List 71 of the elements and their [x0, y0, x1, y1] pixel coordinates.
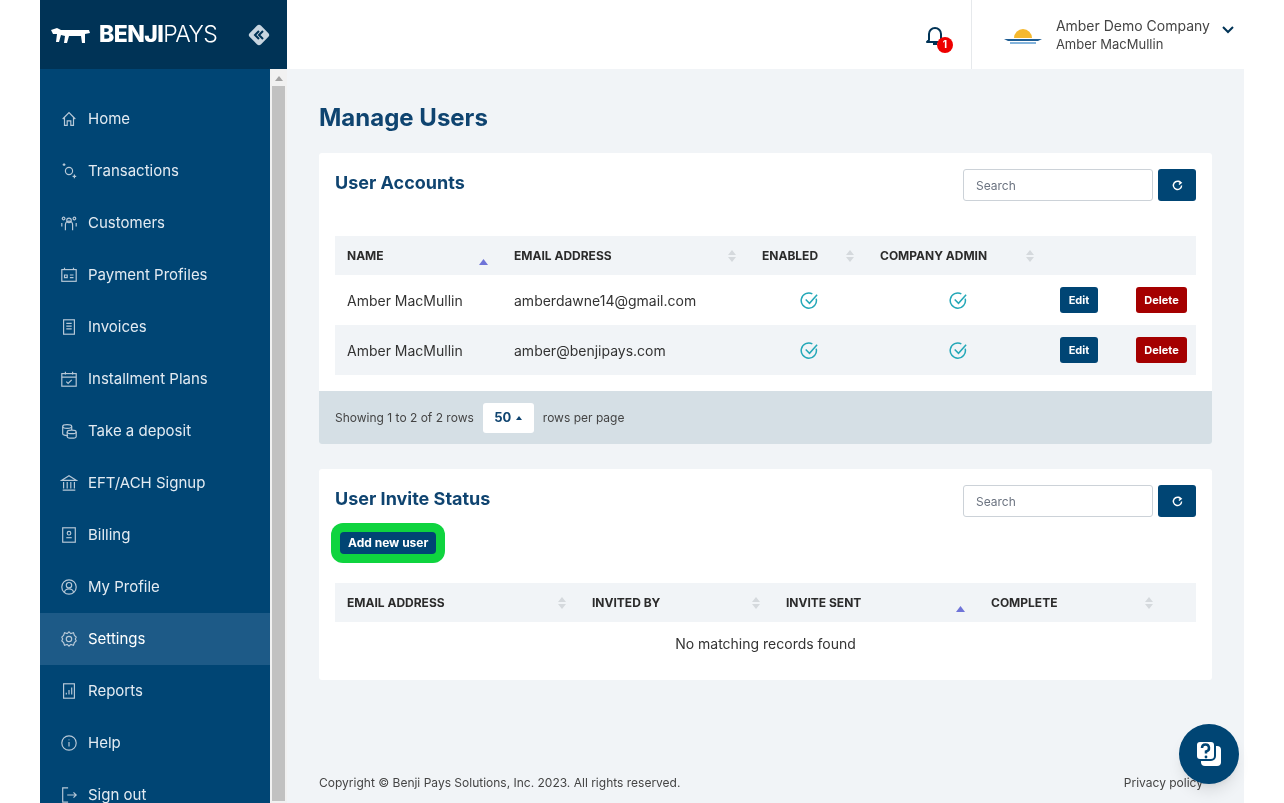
column-header[interactable]: NAME [335, 246, 502, 265]
sidebar-item[interactable]: Payment Profiles [40, 249, 270, 301]
sidebar-item[interactable]: Reports [40, 665, 270, 717]
chevron-down-icon[interactable] [1222, 25, 1234, 34]
notification-badge: 1 [936, 36, 953, 53]
column-header[interactable]: EMAIL ADDRESS [502, 246, 750, 265]
help-icon [60, 734, 78, 752]
card-icon [60, 266, 78, 284]
refresh-icon [1171, 179, 1183, 191]
scrollbar[interactable] [270, 69, 287, 803]
sidebar-item[interactable]: Customers [40, 197, 270, 249]
column-header[interactable]: EMAIL ADDRESS [335, 593, 580, 612]
edit-button[interactable]: Edit [1060, 337, 1098, 363]
sidebar-item[interactable]: Sign out [40, 769, 270, 803]
transactions-icon [60, 162, 78, 180]
user-name[interactable]: Amber MacMullin [1055, 34, 1210, 54]
scrollbar-thumb[interactable] [272, 86, 285, 801]
sidebar-item[interactable]: Billing [40, 509, 270, 561]
column-header[interactable]: INVITED BY [580, 593, 774, 612]
sidebar-item[interactable]: Take a deposit [40, 405, 270, 457]
refresh-icon [1171, 495, 1183, 507]
settings-icon [60, 630, 78, 648]
signout-icon [60, 786, 78, 803]
table-cell-text: amber@benjipays.com [513, 340, 667, 361]
pagination-suffix: rows per page [542, 408, 625, 427]
customers-icon [60, 214, 78, 232]
empty-table-message: No matching records found [674, 633, 857, 654]
bank-icon [60, 474, 78, 492]
invoice-icon [60, 318, 78, 336]
sidebar-item[interactable]: Installment Plans [40, 353, 270, 405]
card-title: User Invite Status [335, 487, 491, 511]
calendar-icon [60, 370, 78, 388]
brand-logo-text: BENJIPAYS [99, 19, 218, 51]
pagination-info: Showing 1 to 2 of 2 rows [335, 408, 474, 427]
column-header[interactable]: INVITE SENT [774, 593, 979, 612]
caret-up-icon [516, 415, 523, 420]
column-header[interactable]: ENABLED [750, 246, 868, 265]
copyright-text: Copyright © Benji Pays Solutions, Inc. 2023. All rights reserved. [319, 774, 681, 792]
page-title: Manage Users [319, 102, 489, 134]
sort-ascending-icon[interactable] [956, 605, 965, 612]
refresh-button[interactable] [1158, 169, 1196, 201]
card-title: User Accounts [335, 171, 465, 195]
sort-ascending-icon[interactable] [479, 258, 488, 265]
home-icon [60, 110, 78, 128]
sidebar-item[interactable]: EFT/ACH Signup [40, 457, 270, 509]
search-field[interactable]: Search [963, 169, 1153, 201]
table-cell-text: amberdawne14@gmail.com [513, 290, 698, 311]
reports-icon [60, 682, 78, 700]
sidebar-item[interactable]: Invoices [40, 301, 270, 353]
refresh-button[interactable] [1158, 485, 1196, 517]
billing-icon [60, 526, 78, 544]
privacy-policy-link[interactable]: Privacy policy [1123, 774, 1203, 792]
add-new-user-button[interactable]: Add new user [340, 532, 437, 554]
scroll-up-icon[interactable] [274, 75, 283, 81]
column-header[interactable]: COMPANY ADMIN [868, 246, 1048, 265]
profile-icon [60, 578, 78, 596]
sidebar-item[interactable]: Help [40, 717, 270, 769]
search-field[interactable]: Search [963, 485, 1153, 517]
table-cell-text: Amber MacMullin [346, 340, 464, 361]
delete-button[interactable]: Delete [1136, 337, 1187, 363]
delete-button[interactable]: Delete [1136, 287, 1187, 313]
sidebar-item[interactable]: My Profile [40, 561, 270, 613]
sidebar-item[interactable]: Transactions [40, 145, 270, 197]
sidebar-item[interactable]: Home [40, 93, 270, 145]
company-name[interactable]: Amber Demo Company [1055, 15, 1210, 35]
column-header[interactable]: COMPLETE [979, 593, 1167, 612]
coins-icon [60, 422, 78, 440]
page-size-dropdown[interactable]: 50 [482, 402, 534, 433]
table-cell-text: Amber MacMullin [346, 290, 464, 311]
sidebar-item[interactable]: Settings [40, 613, 270, 665]
edit-button[interactable]: Edit [1060, 287, 1098, 313]
